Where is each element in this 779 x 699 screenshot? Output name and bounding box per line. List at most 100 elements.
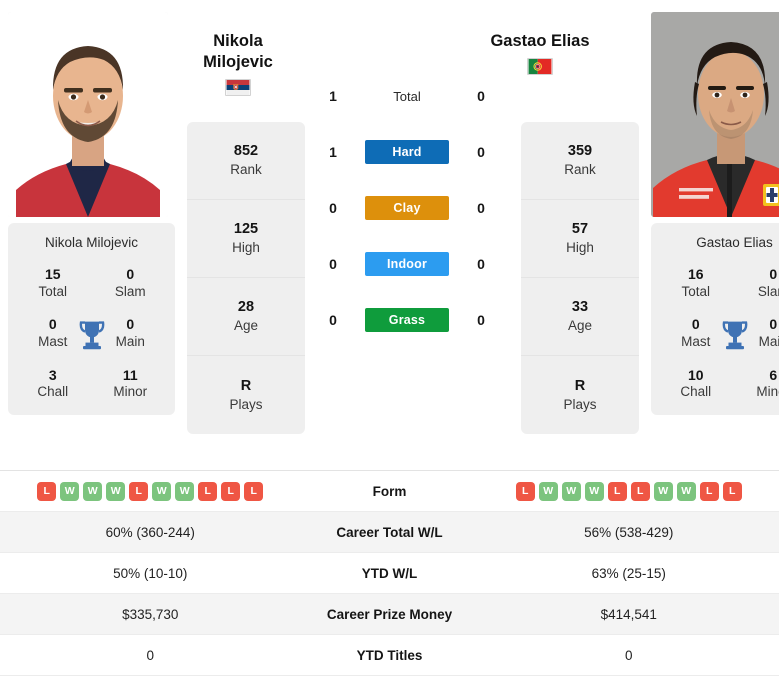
trophy-icon bbox=[722, 319, 748, 349]
right-ytd-wl: 63% (25-15) bbox=[591, 565, 666, 581]
right-career-total-wl: 56% (538-429) bbox=[584, 524, 674, 540]
surface-badge-indoor[interactable]: Indoor bbox=[365, 252, 449, 276]
table-row-career-total-wl: 60% (360-244) Career Total W/L 56% (538-… bbox=[0, 512, 779, 553]
surface-badge-grass[interactable]: Grass bbox=[365, 308, 449, 332]
h2h-clay-left-score: 0 bbox=[329, 200, 337, 216]
right-plays-label: Plays bbox=[563, 396, 597, 412]
right-titles-slam-label: Slam bbox=[757, 283, 779, 299]
h2h-total-left-score: 1 bbox=[329, 88, 337, 104]
table-row-career-prize-money: $335,730 Career Prize Money $414,541 bbox=[0, 594, 779, 635]
form-badge[interactable]: L bbox=[221, 481, 241, 501]
flag-serbia-icon bbox=[225, 79, 251, 97]
form-badge[interactable]: W bbox=[106, 481, 126, 501]
left-plays-label: Plays bbox=[229, 396, 263, 412]
form-badge[interactable]: W bbox=[83, 481, 103, 501]
form-badge[interactable]: L bbox=[699, 481, 719, 501]
left-titles-slam-label: Slam bbox=[114, 283, 146, 299]
left-player-summary-name: Nikola Milojevic bbox=[44, 235, 139, 250]
right-player-summary-name: Gastao Elias bbox=[696, 235, 773, 250]
left-high-value: 125 bbox=[233, 221, 259, 238]
h2h-row-grass: 0 Grass 0 bbox=[305, 292, 509, 348]
right-form-strip: L W W W L L W W L L bbox=[479, 481, 779, 501]
table-row-label-ytd-titles: YTD Titles bbox=[356, 647, 423, 663]
left-player-name-heading[interactable]: Nikola Milojevic bbox=[163, 31, 313, 97]
h2h-row-indoor: 0 Indoor 0 bbox=[305, 236, 509, 292]
right-titles-chall-label: Chall bbox=[680, 384, 712, 400]
right-player-rank-column: 359 Rank 57 High 33 Age R Plays bbox=[521, 122, 639, 434]
left-career-total-wl: 60% (360-244) bbox=[105, 524, 195, 540]
form-badge[interactable]: L bbox=[129, 481, 149, 501]
left-player-titles-card: Nikola Milojevic 15 Total 0 Slam 0 Mast bbox=[8, 223, 175, 416]
form-badge[interactable]: W bbox=[175, 481, 195, 501]
form-badge[interactable]: L bbox=[607, 481, 627, 501]
h2h-total-label-wrap: Total bbox=[361, 89, 453, 104]
flag-portugal-icon bbox=[527, 58, 553, 76]
left-high-label: High bbox=[232, 240, 260, 256]
right-career-prize-money: $414,541 bbox=[600, 606, 657, 622]
left-form-cell: L W W W L W W L L L bbox=[0, 481, 301, 501]
form-badge[interactable]: L bbox=[37, 481, 57, 501]
form-badge[interactable]: L bbox=[722, 481, 742, 501]
h2h-grass-right-score: 0 bbox=[477, 312, 485, 328]
table-row-label-career-prize-money: Career Prize Money bbox=[326, 606, 453, 622]
right-player-name-heading[interactable]: Gastao Elias bbox=[465, 31, 615, 76]
form-badge[interactable]: W bbox=[538, 481, 558, 501]
left-titles-chall-value: 3 bbox=[48, 366, 57, 383]
form-badge[interactable]: W bbox=[676, 481, 696, 501]
form-badge[interactable]: W bbox=[584, 481, 604, 501]
table-row-form: L W W W L W W L L L Form L W W W L L W W… bbox=[0, 471, 779, 512]
left-player-photo[interactable] bbox=[8, 12, 168, 217]
h2h-total-label: Total bbox=[393, 88, 421, 104]
left-player-rank-column: 852 Rank 125 High 28 Age R Plays bbox=[187, 122, 305, 434]
form-badge[interactable]: L bbox=[515, 481, 535, 501]
right-titles-minor-label: Minor bbox=[756, 384, 779, 400]
h2h-clay-label-wrap: Clay bbox=[361, 196, 453, 220]
right-player-column: Gastao Elias 16 Total 0 Slam 0 Mast bbox=[651, 12, 779, 416]
form-badge[interactable]: L bbox=[630, 481, 650, 501]
h2h-indoor-right-score: 0 bbox=[477, 256, 485, 272]
left-rank-label: Rank bbox=[230, 162, 262, 178]
comparison-header: Nikola Milojevic 15 Total 0 Slam 0 Mast bbox=[0, 0, 779, 470]
right-titles-minor-value: 6 bbox=[769, 366, 778, 383]
form-badge[interactable]: W bbox=[561, 481, 581, 501]
table-row-ytd-titles: 0 YTD Titles 0 bbox=[0, 635, 779, 676]
surface-badge-hard[interactable]: Hard bbox=[365, 140, 449, 164]
right-titles-minor: 6 Minor bbox=[735, 367, 779, 401]
form-badge[interactable]: W bbox=[60, 481, 80, 501]
surface-badge-clay[interactable]: Clay bbox=[365, 196, 449, 220]
form-badge[interactable]: W bbox=[152, 481, 172, 501]
left-titles-total: 15 Total bbox=[14, 266, 92, 300]
left-ytd-titles: 0 bbox=[146, 647, 154, 663]
left-player-name-line1: Nikola bbox=[213, 32, 263, 50]
form-badge[interactable]: L bbox=[198, 481, 218, 501]
h2h-hard-right-score: 0 bbox=[477, 144, 485, 160]
left-titles-total-value: 15 bbox=[44, 266, 61, 282]
form-badge[interactable]: L bbox=[244, 481, 264, 501]
left-plays-value: R bbox=[240, 377, 252, 394]
right-rank-value: 359 bbox=[567, 143, 593, 160]
left-titles-minor-value: 11 bbox=[122, 366, 138, 383]
right-titles-total-value: 16 bbox=[687, 266, 704, 282]
left-ytd-wl: 50% (10-10) bbox=[113, 565, 188, 581]
table-row-ytd-wl: 50% (10-10) YTD W/L 63% (25-15) bbox=[0, 553, 779, 594]
left-career-prize-money: $335,730 bbox=[122, 606, 179, 622]
right-age-label: Age bbox=[567, 318, 593, 334]
left-age-value: 28 bbox=[237, 299, 255, 316]
right-player-photo[interactable] bbox=[651, 12, 779, 217]
table-row-label-form: Form bbox=[372, 483, 407, 499]
stats-table: L W W W L W W L L L Form L W W W L L W W… bbox=[0, 470, 779, 676]
left-player-column: Nikola Milojevic 15 Total 0 Slam 0 Mast bbox=[8, 12, 175, 416]
form-badge[interactable]: W bbox=[653, 481, 673, 501]
right-form-cell: L W W W L L W W L L bbox=[479, 481, 779, 501]
h2h-row-hard: 1 Hard 0 bbox=[305, 124, 509, 180]
right-titles-total-label: Total bbox=[681, 283, 711, 299]
right-ytd-titles: 0 bbox=[624, 647, 633, 663]
left-high-cell: 125 High bbox=[187, 200, 305, 278]
table-row-label-career-total-wl: Career Total W/L bbox=[336, 524, 443, 540]
h2h-row-total: 1 Total 0 bbox=[305, 68, 509, 124]
h2h-hard-left-score: 1 bbox=[329, 144, 337, 160]
right-high-cell: 57 High bbox=[521, 200, 639, 278]
h2h-hard-label-wrap: Hard bbox=[361, 140, 453, 164]
left-titles-chall: 3 Chall bbox=[14, 367, 92, 401]
h2h-total-right-score: 0 bbox=[477, 88, 485, 104]
